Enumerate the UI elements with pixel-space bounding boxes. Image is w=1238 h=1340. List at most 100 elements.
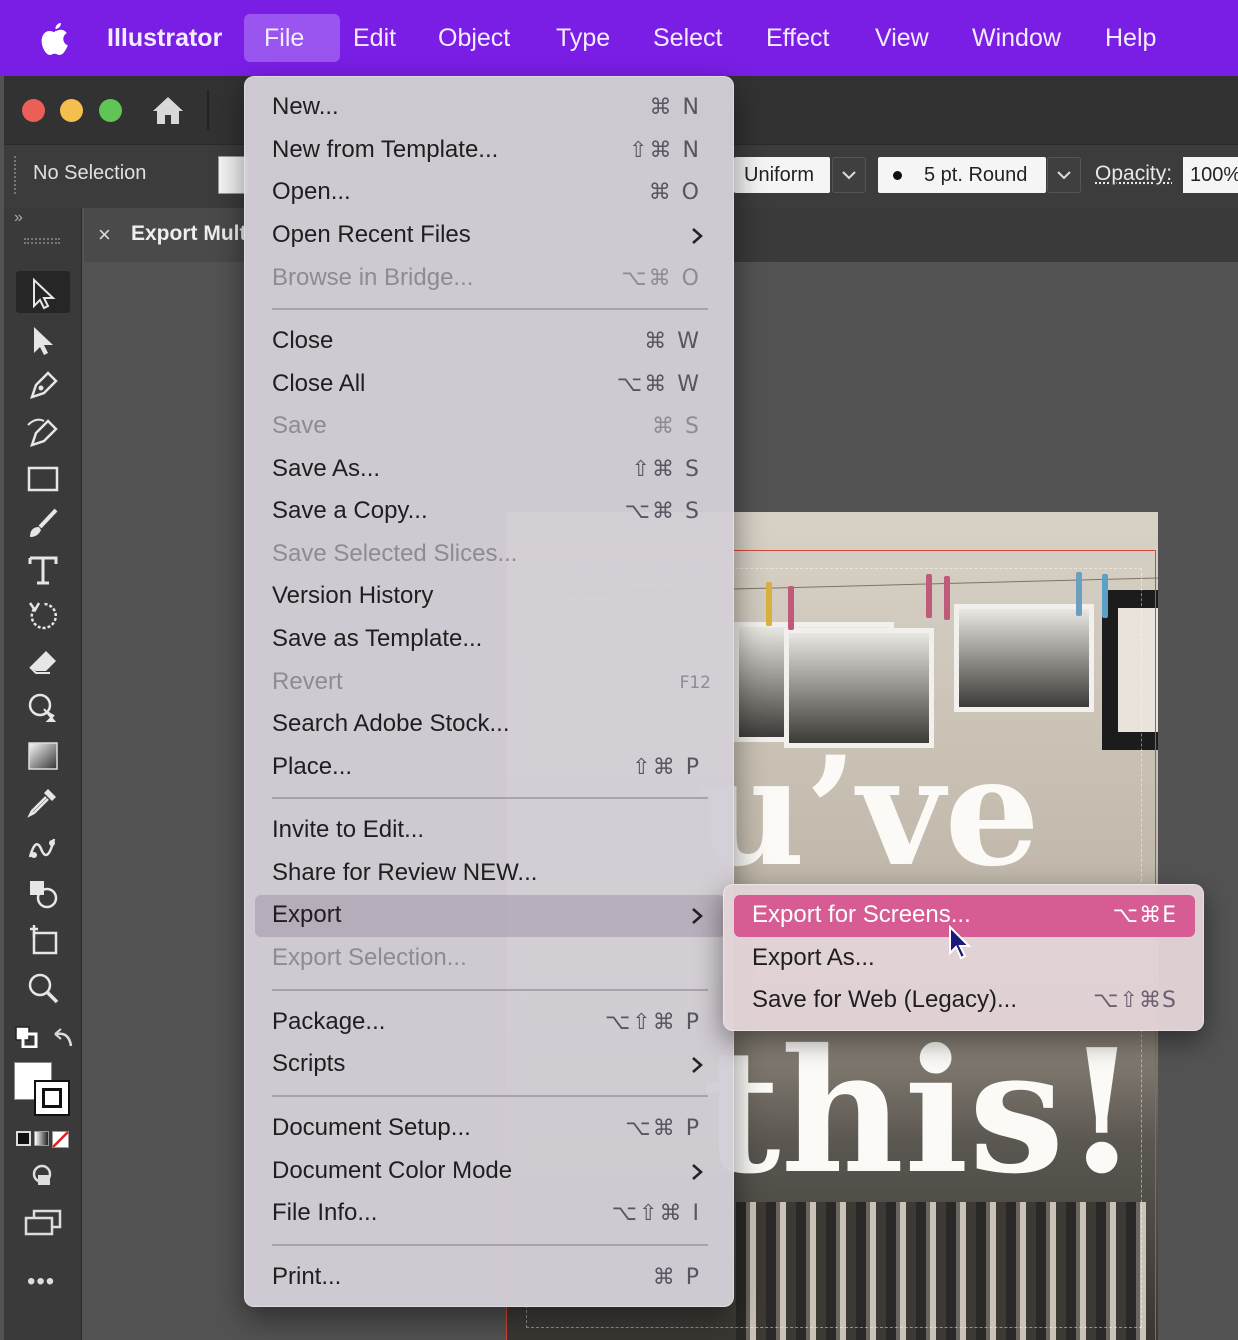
menu-separator [272, 989, 708, 991]
menu-select[interactable]: Select [633, 14, 742, 62]
menu-effect[interactable]: Effect [746, 14, 849, 62]
menu-help[interactable]: Help [1085, 14, 1176, 62]
type-tool[interactable] [16, 548, 70, 590]
screen-mode-icon[interactable] [24, 1208, 64, 1238]
window-minimize-button[interactable] [60, 99, 83, 122]
menu-item-save[interactable]: Save ⌘ S [255, 406, 725, 448]
menu-object[interactable]: Object [418, 14, 530, 62]
menu-item-new[interactable]: New... ⌘ N [255, 87, 725, 129]
menu-item-document-setup[interactable]: Document Setup... ⌥⌘ P [255, 1108, 725, 1150]
menu-type[interactable]: Type [536, 14, 630, 62]
menu-item-shortcut: ⌥⌘ O [621, 266, 701, 291]
stroke-profile-field[interactable]: Uniform [734, 157, 830, 193]
gradient-mode-icon[interactable] [34, 1131, 49, 1146]
brush-definition-field[interactable]: 5 pt. Round [878, 157, 1046, 193]
color-mode-icon[interactable] [16, 1131, 31, 1146]
menu-item-label: Close All [272, 370, 365, 398]
menu-item-package[interactable]: Package... ⌥⇧⌘ P [255, 1002, 725, 1044]
apple-logo-icon[interactable] [38, 20, 72, 56]
eraser-icon [26, 645, 60, 679]
menu-item-open[interactable]: Open... ⌘ O [255, 172, 725, 214]
menu-item-export-selection[interactable]: Export Selection... [255, 938, 725, 980]
shape-builder-tool[interactable] [16, 872, 70, 914]
menu-item-save-as[interactable]: Save As... ⇧⌘ S [255, 449, 725, 491]
opacity-label[interactable]: Opacity: [1095, 162, 1172, 186]
paintbrush-tool[interactable] [16, 502, 70, 544]
menu-window[interactable]: Window [952, 14, 1081, 62]
menu-item-save-a-copy[interactable]: Save a Copy... ⌥⌘ S [255, 491, 725, 533]
control-bar-grip[interactable] [14, 156, 18, 194]
tab-close-button[interactable]: × [98, 222, 111, 248]
blend-tool[interactable] [16, 826, 70, 868]
menu-item-save-as-template[interactable]: Save as Template... [255, 619, 725, 661]
window-zoom-button[interactable] [99, 99, 122, 122]
menu-item-shortcut: ⌘ N [650, 95, 701, 120]
menu-item-label: Save as Template... [272, 625, 482, 653]
menu-item-label: Share for Review NEW... [272, 859, 537, 887]
rotate-tool[interactable] [16, 594, 70, 636]
chevron-down-icon [1057, 170, 1071, 180]
menu-item-label: Search Adobe Stock... [272, 710, 509, 738]
menu-item-browse-in-bridge[interactable]: Browse in Bridge... ⌥⌘ O [255, 258, 725, 300]
menu-item-place[interactable]: Place... ⇧⌘ P [255, 747, 725, 789]
curvature-tool[interactable] [16, 410, 70, 452]
panel-collapse-icon[interactable]: » [14, 209, 23, 227]
eyedropper-tool[interactable] [16, 780, 70, 822]
menu-item-print[interactable]: Print... ⌘ P [255, 1257, 725, 1299]
menu-file[interactable]: File [244, 14, 340, 62]
artboard-tool[interactable] [16, 918, 70, 960]
puppet-warp-tool[interactable] [16, 686, 70, 728]
more-tools-icon[interactable]: ••• [27, 1268, 55, 1296]
menu-item-close-all[interactable]: Close All ⌥⌘ W [255, 364, 725, 406]
menu-item-shortcut: ⌘ P [653, 1265, 701, 1290]
menu-item-revert[interactable]: Revert F12 [255, 662, 725, 704]
menu-item-label: Place... [272, 753, 352, 781]
panel-grip[interactable] [24, 238, 60, 244]
rectangle-tool[interactable] [16, 456, 70, 498]
pen-tool[interactable] [16, 364, 70, 406]
direct-selection-tool[interactable] [16, 318, 70, 360]
warp-icon [26, 691, 60, 725]
file-menu-dropdown: New... ⌘ N New from Template... ⇧⌘ N Ope… [244, 76, 734, 1307]
gradient-tool[interactable] [16, 734, 70, 776]
menu-item-share-for-review[interactable]: Share for Review NEW... [255, 853, 725, 895]
menu-app-illustrator[interactable]: Illustrator [87, 14, 242, 62]
stroke-profile-dropdown[interactable] [832, 157, 866, 193]
window-close-button[interactable] [22, 99, 45, 122]
menu-item-scripts[interactable]: Scripts [255, 1044, 725, 1086]
zoom-tool[interactable] [16, 966, 70, 1008]
menu-item-search-adobe-stock[interactable]: Search Adobe Stock... [255, 704, 725, 746]
submenu-item-save-for-web[interactable]: Save for Web (Legacy)... ⌥⇧⌘S [734, 980, 1195, 1022]
opacity-input[interactable]: 100% [1183, 157, 1238, 193]
menu-edit[interactable]: Edit [333, 14, 416, 62]
menu-separator [272, 308, 708, 310]
menu-item-open-recent-files[interactable]: Open Recent Files [255, 215, 725, 257]
chevron-right-icon [691, 1163, 703, 1181]
chevron-right-icon [691, 1056, 703, 1074]
artboard-icon [26, 923, 60, 957]
brush-dot-icon [893, 171, 902, 180]
stroke-swatch-inner [42, 1088, 62, 1108]
menu-view[interactable]: View [855, 14, 949, 62]
default-fill-stroke-icon[interactable] [15, 1026, 39, 1048]
none-mode-icon[interactable] [52, 1131, 69, 1148]
menu-item-invite-to-edit[interactable]: Invite to Edit... [255, 810, 725, 852]
selection-tool[interactable] [16, 271, 70, 313]
menu-item-shortcut: ⇧⌘ S [632, 457, 701, 482]
menu-bar: Illustrator File Edit Object Type Select… [0, 0, 1238, 76]
menu-item-close[interactable]: Close ⌘ W [255, 321, 725, 363]
brush-dropdown[interactable] [1047, 157, 1081, 193]
menu-item-new-from-template[interactable]: New from Template... ⇧⌘ N [255, 130, 725, 172]
chevron-right-icon [691, 907, 703, 925]
shape-builder-icon [26, 877, 60, 911]
menu-item-version-history[interactable]: Version History [255, 576, 725, 618]
menu-item-file-info[interactable]: File Info... ⌥⇧⌘ I [255, 1193, 725, 1235]
submenu-item-label: Export for Screens... [752, 901, 971, 929]
menu-item-save-selected-slices[interactable]: Save Selected Slices... [255, 534, 725, 576]
eraser-tool[interactable] [16, 640, 70, 682]
home-icon[interactable] [150, 94, 186, 126]
menu-item-export[interactable]: Export [255, 895, 725, 937]
drawing-mode-icon[interactable] [28, 1162, 56, 1190]
menu-item-document-color-mode[interactable]: Document Color Mode [255, 1151, 725, 1193]
swap-fill-stroke-icon[interactable] [53, 1026, 77, 1050]
